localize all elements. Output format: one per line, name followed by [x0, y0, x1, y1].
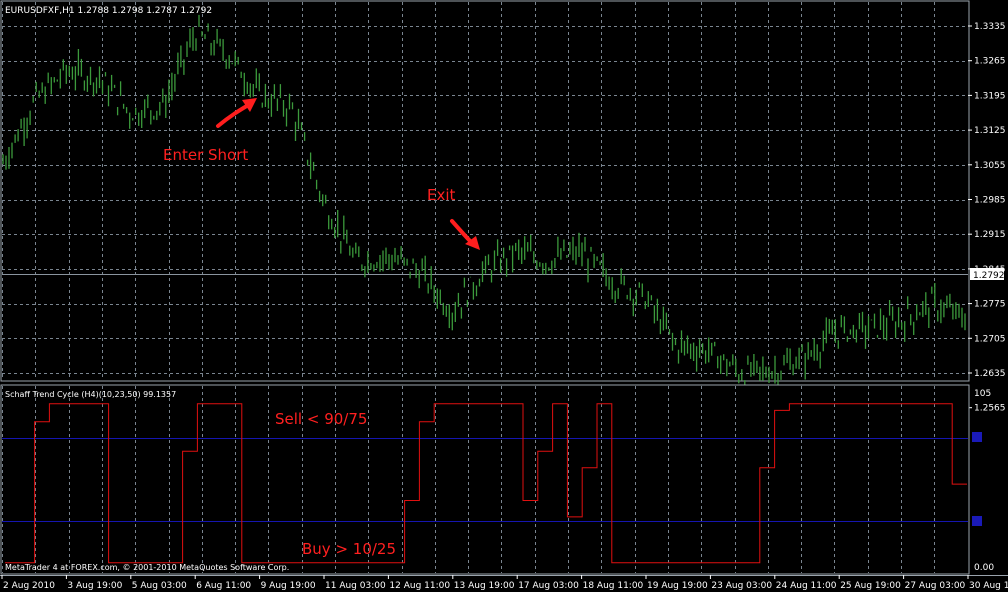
time-label: 25 Aug 19:00 — [840, 581, 901, 591]
time-label: 30 Aug 11: — [969, 581, 1008, 591]
time-label: 23 Aug 03:00 — [711, 581, 772, 591]
indicator-pane[interactable] — [0, 384, 970, 575]
price-label: 1.2775 — [974, 300, 1006, 310]
time-label: 11 Aug 03:00 — [325, 581, 386, 591]
price-label: 1.2565 — [974, 404, 1006, 414]
time-label: 9 Aug 19:00 — [261, 581, 316, 591]
enter-short-label: Enter Short — [163, 146, 248, 164]
level-upper-marker — [972, 432, 982, 442]
time-label: 18 Aug 11:00 — [583, 581, 644, 591]
time-label: 13 Aug 19:00 — [454, 581, 515, 591]
indicator-header: Schaff Trend Cycle (H4)(10,23,50) 99.135… — [5, 390, 176, 399]
exit-label: Exit — [427, 186, 456, 204]
chart-header: EURUSDFXF,H1 1.2788 1.2798 1.2787 1.2792 — [5, 6, 212, 16]
price-label: 1.2985 — [974, 196, 1006, 206]
price-label: 1.3265 — [974, 57, 1006, 67]
copyright-text: MetaTrader 4 at FOREX.com, © 2001-2010 M… — [5, 563, 289, 572]
time-label: 6 Aug 11:00 — [196, 581, 251, 591]
indicator-scale-bottom: 0.00 — [974, 563, 994, 573]
time-label: 19 Aug 19:00 — [647, 581, 708, 591]
current-price-label: 1.2792 — [973, 271, 1005, 281]
price-label: 1.2915 — [974, 230, 1006, 240]
time-label: 27 Aug 03:00 — [905, 581, 966, 591]
level-lower-marker — [972, 516, 982, 526]
time-label: 3 Aug 19:00 — [67, 581, 122, 591]
trading-chart[interactable]: 1.3335 1.3265 1.3195 1.3125 1.3055 1.2985 1.29… — [0, 0, 1008, 592]
price-label: 1.3335 — [974, 22, 1006, 32]
price-label: 1.3125 — [974, 126, 1006, 136]
time-label: 12 Aug 11:00 — [389, 581, 450, 591]
buy-label: Buy > 10/25 — [302, 540, 396, 558]
price-pane[interactable] — [0, 0, 970, 382]
price-label: 1.2705 — [974, 334, 1006, 344]
price-label: 1.3055 — [974, 161, 1006, 171]
sell-label: Sell < 90/75 — [275, 410, 367, 428]
price-label: 1.3195 — [974, 91, 1006, 101]
time-axis: 2 Aug 2010 3 Aug 19:00 5 Aug 03:00 6 Aug 11… — [0, 575, 1008, 591]
time-label: 5 Aug 03:00 — [132, 581, 187, 591]
price-axis: 1.3335 1.3265 1.3195 1.3125 1.3055 1.2985 1.29… — [968, 22, 1006, 414]
time-label: 24 Aug 11:00 — [776, 581, 837, 591]
time-label: 17 Aug 03:00 — [518, 581, 579, 591]
indicator-scale-top: 105 — [974, 389, 991, 399]
price-label: 1.2635 — [974, 369, 1006, 379]
time-label: 2 Aug 2010 — [3, 581, 55, 591]
